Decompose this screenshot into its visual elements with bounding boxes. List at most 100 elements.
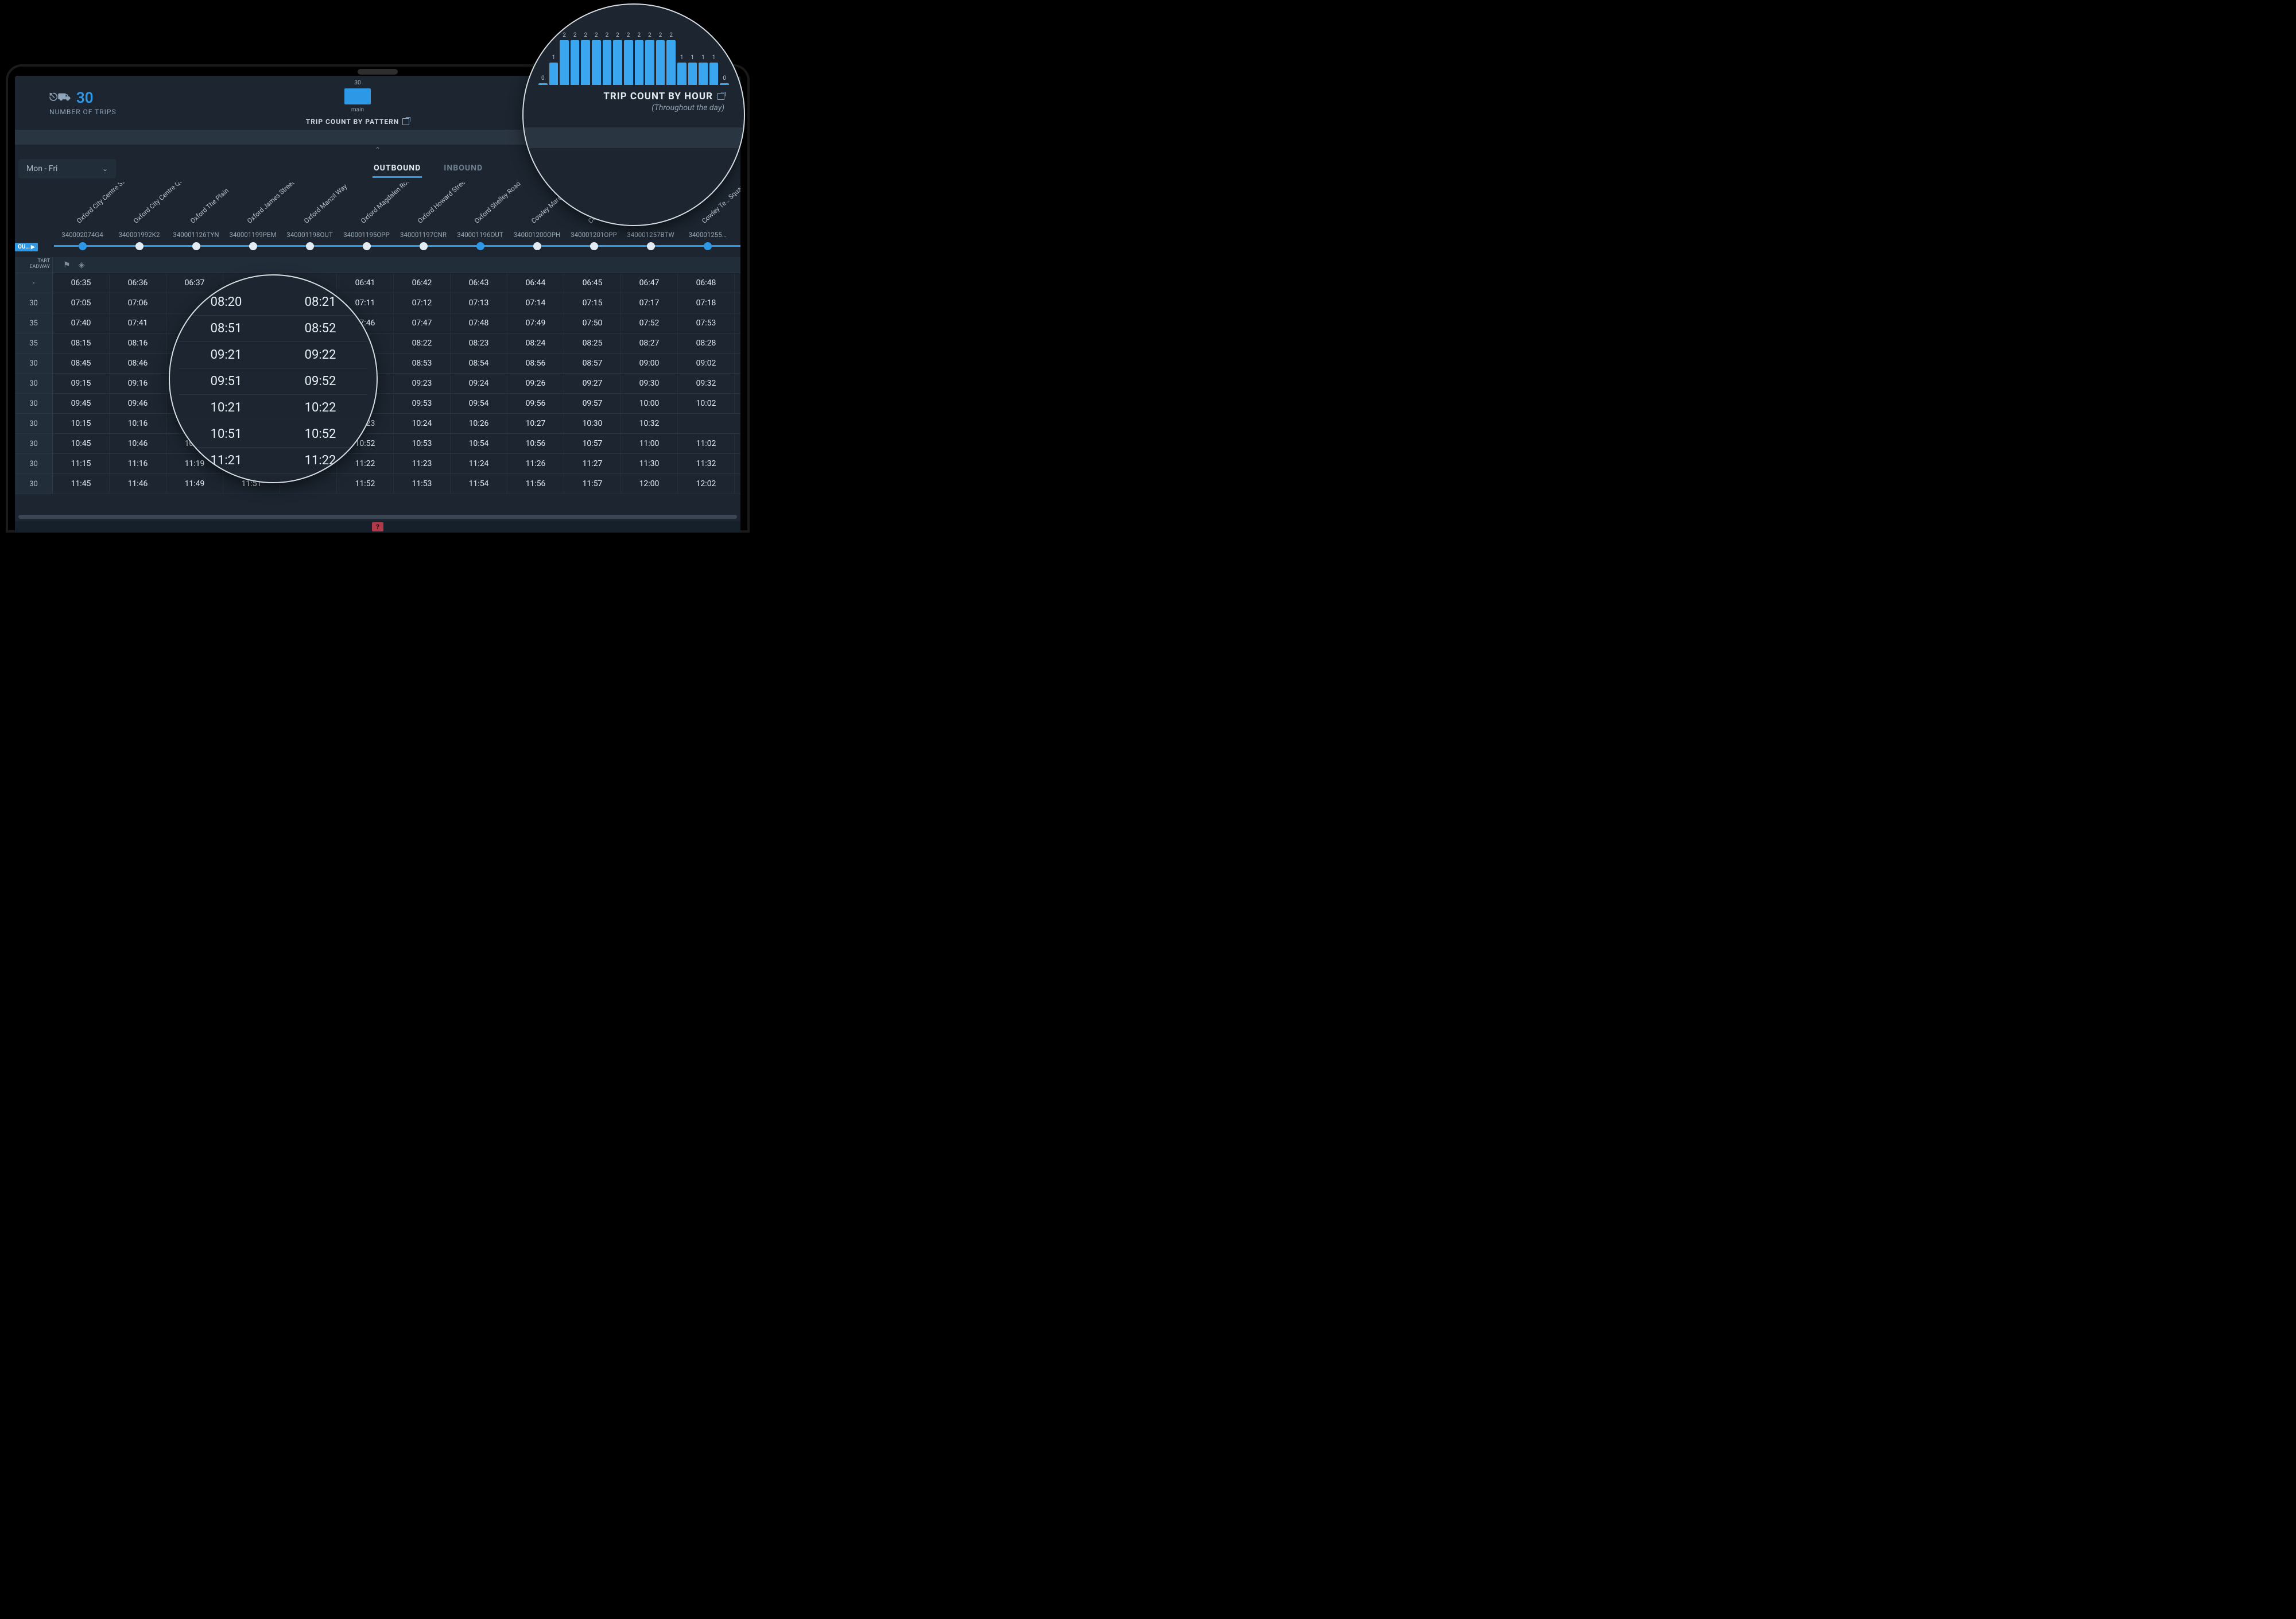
stop-dot[interactable]: [533, 242, 541, 250]
stat-trip-count-by-pattern[interactable]: 30 main TRIP COUNT BY PATTERN: [181, 76, 534, 130]
time-cell[interactable]: 09:16: [110, 374, 166, 393]
table-row[interactable]: -06:3506:3606:3706:4106:4206:4306:4406:4…: [15, 273, 740, 293]
stop-column[interactable]: Oxford James Street east340001199PEM: [224, 183, 281, 257]
help-button[interactable]: ?: [372, 522, 383, 531]
time-cell[interactable]: 10:27: [507, 414, 564, 433]
time-cell[interactable]: 11:23: [394, 454, 451, 473]
table-row[interactable]: 3508:1508:1608:2208:2308:2408:2508:2708:…: [15, 333, 740, 354]
time-cell[interactable]: 07:18: [678, 293, 735, 313]
time-cell[interactable]: 09:57: [564, 394, 621, 413]
time-cell[interactable]: 11:15: [53, 454, 110, 473]
table-row[interactable]: 3009:1509:1609:2309:2409:2609:2709:3009:…: [15, 374, 740, 394]
time-cell[interactable]: 11:32: [678, 454, 735, 473]
stop-dot[interactable]: [306, 242, 314, 250]
flag-icon[interactable]: [63, 261, 71, 270]
time-cell[interactable]: 12:00: [621, 474, 678, 494]
time-cell[interactable]: 07:05: [53, 293, 110, 313]
time-cell[interactable]: 06:47: [621, 273, 678, 293]
stop-dot[interactable]: [192, 242, 200, 250]
time-cell[interactable]: 08:57: [564, 354, 621, 373]
time-cell[interactable]: 11:52: [337, 474, 394, 494]
table-row[interactable]: 3010:1510:1610:2210:2310:2410:2610:2710:…: [15, 414, 740, 434]
time-cell[interactable]: 06:41: [337, 273, 394, 293]
time-cell[interactable]: 11:57: [564, 474, 621, 494]
time-cell[interactable]: 07:12: [394, 293, 451, 313]
time-cell[interactable]: 11:46: [110, 474, 166, 494]
time-cell[interactable]: 11:45: [53, 474, 110, 494]
time-cell[interactable]: 08:45: [53, 354, 110, 373]
stop-dot[interactable]: [704, 242, 712, 250]
table-row[interactable]: 3009:4509:4609:5309:5409:5609:5710:0010:…: [15, 394, 740, 414]
time-cell[interactable]: 11:16: [110, 454, 166, 473]
stop-dot[interactable]: [249, 242, 257, 250]
time-cell[interactable]: 07:52: [621, 313, 678, 333]
time-cell[interactable]: 11:30: [621, 454, 678, 473]
time-cell[interactable]: 07:50: [564, 313, 621, 333]
time-cell[interactable]: 09:56: [507, 394, 564, 413]
stop-column[interactable]: Oxford City Centre St Aldates340002074G4: [54, 183, 111, 257]
stop-dot[interactable]: [420, 242, 428, 250]
time-cell[interactable]: 10:24: [394, 414, 451, 433]
time-cell[interactable]: 07:17: [621, 293, 678, 313]
time-cell[interactable]: 08:56: [507, 354, 564, 373]
time-cell[interactable]: 10:00: [621, 394, 678, 413]
time-cell[interactable]: 12:02: [678, 474, 735, 494]
table-row[interactable]: 3007:0507:0607:1107:1207:1307:1407:1507:…: [15, 293, 740, 313]
day-range-select[interactable]: Mon - Fri ⌄: [18, 159, 116, 178]
stop-column[interactable]: Oxford Howard Street east340001197CNR: [395, 183, 452, 257]
time-cell[interactable]: 09:23: [394, 374, 451, 393]
time-cell[interactable]: 07:06: [110, 293, 166, 313]
table-row[interactable]: 3011:1511:1611:1911:2211:2311:2411:2611:…: [15, 454, 740, 474]
time-cell[interactable]: 07:53: [678, 313, 735, 333]
time-cell[interactable]: 11:49: [166, 474, 223, 494]
time-cell[interactable]: 07:49: [507, 313, 564, 333]
time-cell[interactable]: 08:46: [110, 354, 166, 373]
time-cell[interactable]: 08:53: [394, 354, 451, 373]
stop-column[interactable]: Oxford City Centre Queens Lane340001992K…: [111, 183, 168, 257]
time-cell[interactable]: 08:23: [451, 333, 507, 353]
time-cell[interactable]: 09:00: [621, 354, 678, 373]
time-cell[interactable]: 07:15: [564, 293, 621, 313]
time-cell[interactable]: 07:40: [53, 313, 110, 333]
time-cell[interactable]: 06:37: [166, 273, 223, 293]
time-cell[interactable]: 08:16: [110, 333, 166, 353]
time-cell[interactable]: 07:48: [451, 313, 507, 333]
time-cell[interactable]: 10:02: [678, 394, 735, 413]
time-cell[interactable]: 10:46: [110, 434, 166, 453]
time-cell[interactable]: 11:53: [394, 474, 451, 494]
layers-icon[interactable]: [79, 261, 85, 270]
time-cell[interactable]: 10:56: [507, 434, 564, 453]
time-cell[interactable]: 09:15: [53, 374, 110, 393]
table-row[interactable]: 3008:4508:4608:5308:5408:5608:5709:0009:…: [15, 354, 740, 374]
time-cell[interactable]: 11:26: [507, 454, 564, 473]
horizontal-scrollbar[interactable]: [18, 515, 737, 519]
time-cell[interactable]: 11:22: [337, 454, 394, 473]
time-cell[interactable]: 11:54: [451, 474, 507, 494]
time-cell[interactable]: 08:25: [564, 333, 621, 353]
time-cell[interactable]: 11:27: [564, 454, 621, 473]
time-cell[interactable]: 11:56: [507, 474, 564, 494]
time-cell[interactable]: 10:54: [451, 434, 507, 453]
time-cell[interactable]: 09:53: [394, 394, 451, 413]
external-link-icon[interactable]: [718, 93, 724, 100]
table-row[interactable]: 3010:4510:4610:4910:5210:5310:5410:5610:…: [15, 434, 740, 454]
time-cell[interactable]: 08:24: [507, 333, 564, 353]
stop-dot[interactable]: [476, 242, 484, 250]
time-cell[interactable]: 07:13: [451, 293, 507, 313]
time-cell[interactable]: 07:14: [507, 293, 564, 313]
time-cell[interactable]: 09:32: [678, 374, 735, 393]
stop-column[interactable]: Oxford The Plain340001126TYN: [168, 183, 224, 257]
time-cell[interactable]: 09:45: [53, 394, 110, 413]
time-cell[interactable]: 10:53: [394, 434, 451, 453]
time-cell[interactable]: 09:24: [451, 374, 507, 393]
time-cell[interactable]: 08:28: [678, 333, 735, 353]
external-link-icon[interactable]: [402, 118, 409, 125]
time-cell[interactable]: 09:26: [507, 374, 564, 393]
time-cell[interactable]: 09:30: [621, 374, 678, 393]
stop-dot[interactable]: [647, 242, 655, 250]
direction-badge[interactable]: OU…▶: [15, 243, 38, 251]
time-cell[interactable]: 07:41: [110, 313, 166, 333]
time-cell[interactable]: 06:48: [678, 273, 735, 293]
table-row[interactable]: 3011:4511:4611:4911:5111:5211:5311:5411:…: [15, 474, 740, 494]
time-cell[interactable]: 10:15: [53, 414, 110, 433]
